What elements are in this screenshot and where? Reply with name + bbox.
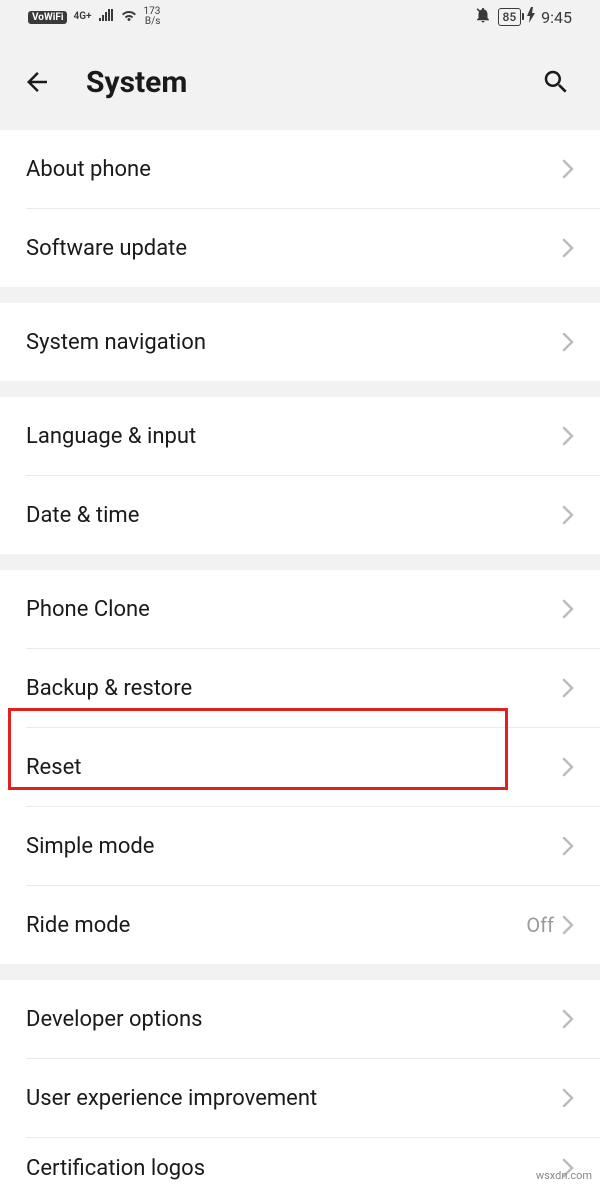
settings-group: About phone Software update xyxy=(0,130,600,287)
chevron-right-icon xyxy=(562,159,574,179)
item-label: Date & time xyxy=(26,503,562,528)
item-label: Developer options xyxy=(26,1007,562,1032)
item-system-navigation[interactable]: System navigation xyxy=(0,303,600,381)
signal-icon xyxy=(98,8,114,26)
chevron-right-icon xyxy=(562,757,574,777)
item-certification-logos[interactable]: Certification logos xyxy=(0,1138,600,1198)
item-ride-mode[interactable]: Ride mode Off xyxy=(0,886,600,964)
network-type: 4G+ xyxy=(73,12,91,22)
back-arrow-icon xyxy=(22,67,52,97)
chevron-right-icon xyxy=(562,332,574,352)
chevron-right-icon xyxy=(562,836,574,856)
status-right: 85 9:45 xyxy=(474,6,573,28)
header: System xyxy=(0,34,600,130)
item-backup-restore[interactable]: Backup & restore xyxy=(0,649,600,727)
item-software-update[interactable]: Software update xyxy=(0,209,600,287)
vowifi-badge: VoWiFi xyxy=(28,11,67,24)
chevron-right-icon xyxy=(562,678,574,698)
settings-group: System navigation xyxy=(0,303,600,381)
item-user-experience[interactable]: User experience improvement xyxy=(0,1059,600,1137)
search-icon xyxy=(541,67,571,97)
search-button[interactable] xyxy=(534,60,578,104)
item-label: System navigation xyxy=(26,330,562,355)
chevron-right-icon xyxy=(562,505,574,525)
settings-group: Language & input Date & time xyxy=(0,397,600,554)
item-phone-clone[interactable]: Phone Clone xyxy=(0,570,600,648)
watermark: wsxdn.com xyxy=(536,1169,592,1182)
status-bar: VoWiFi 4G+ 173 B/s 85 9:45 xyxy=(0,0,600,34)
item-label: Reset xyxy=(26,755,562,780)
item-reset[interactable]: Reset xyxy=(0,728,600,806)
settings-group: Developer options User experience improv… xyxy=(0,980,600,1198)
battery-indicator: 85 xyxy=(498,8,522,26)
dnd-icon xyxy=(474,6,492,28)
item-developer-options[interactable]: Developer options xyxy=(0,980,600,1058)
chevron-right-icon xyxy=(562,1009,574,1029)
wifi-icon xyxy=(120,8,138,26)
back-button[interactable] xyxy=(22,60,66,104)
status-left: VoWiFi 4G+ 173 B/s xyxy=(28,7,160,27)
item-label: Language & input xyxy=(26,424,562,449)
item-about-phone[interactable]: About phone xyxy=(0,130,600,208)
item-date-time[interactable]: Date & time xyxy=(0,476,600,554)
chevron-right-icon xyxy=(562,599,574,619)
network-speed: 173 B/s xyxy=(144,7,161,27)
item-label: User experience improvement xyxy=(26,1086,562,1111)
chevron-right-icon xyxy=(562,1088,574,1108)
item-label: Certification logos xyxy=(26,1156,562,1181)
chevron-right-icon xyxy=(562,238,574,258)
charging-icon xyxy=(527,7,535,27)
settings-group: Phone Clone Backup & restore Reset Simpl… xyxy=(0,570,600,964)
item-label: Phone Clone xyxy=(26,597,562,622)
item-label: About phone xyxy=(26,157,562,182)
item-value: Off xyxy=(526,913,554,937)
chevron-right-icon xyxy=(562,426,574,446)
item-label: Simple mode xyxy=(26,834,562,859)
item-label: Backup & restore xyxy=(26,676,562,701)
chevron-right-icon xyxy=(562,915,574,935)
item-simple-mode[interactable]: Simple mode xyxy=(0,807,600,885)
clock-time: 9:45 xyxy=(541,8,572,27)
item-language-input[interactable]: Language & input xyxy=(0,397,600,475)
page-title: System xyxy=(86,65,534,100)
item-label: Ride mode xyxy=(26,913,526,938)
item-label: Software update xyxy=(26,236,562,261)
